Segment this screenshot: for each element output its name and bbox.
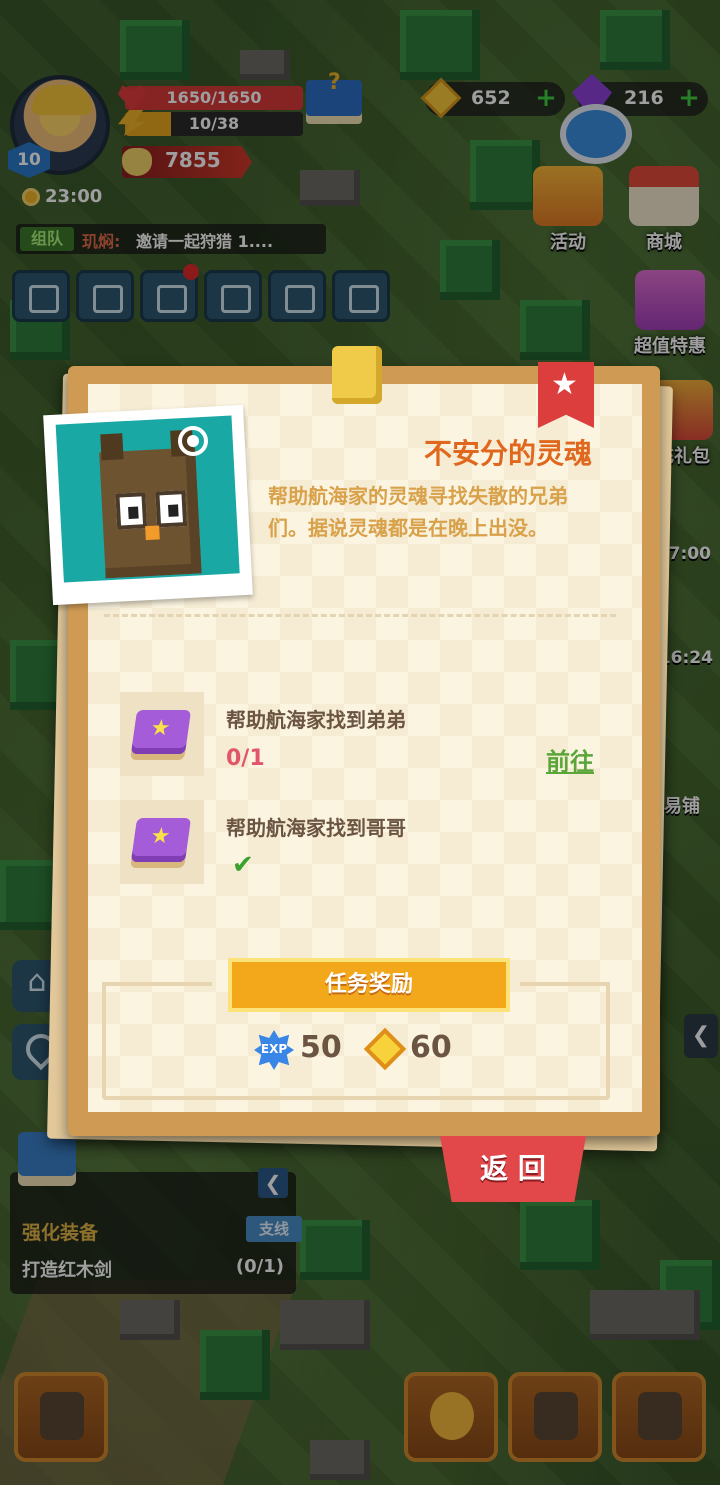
target-icon [178, 426, 208, 456]
task-name: 帮助航海家找到弟弟 [226, 708, 406, 732]
task-row: 帮助航海家找到弟弟 0/1 前往 [120, 692, 600, 778]
owl-ear-left [100, 433, 124, 461]
quest-title: 不安分的灵魂 [423, 437, 592, 470]
task-icon-box [120, 800, 204, 884]
magic-book-icon [130, 710, 192, 754]
owl-beak [145, 525, 160, 541]
paper-clip [332, 346, 382, 404]
owl-portrait [55, 415, 240, 583]
quest-description: 帮助航海家的灵魂寻找失散的兄弟们。据说灵魂都是在晚上出没。 [268, 484, 568, 540]
task-icon-box [120, 692, 204, 776]
quest-photo-frame [43, 404, 253, 606]
magic-book-icon [130, 818, 192, 862]
task-progress: 0/1 [226, 746, 265, 771]
owl-eye-right [155, 490, 188, 528]
exp-reward-value: 50 [300, 1030, 342, 1065]
return-button[interactable]: 返 回 [440, 1136, 586, 1202]
star-icon: ★ [551, 367, 578, 402]
task-row: 帮助航海家找到哥哥 ✔ [120, 800, 600, 886]
go-to-task-button[interactable]: 前往 [546, 742, 594, 777]
owl-eye-left [115, 492, 148, 530]
exp-icon-label: EXP [260, 1042, 288, 1056]
reward-header: 任务奖励 [228, 958, 510, 1012]
checkmark-icon: ✔ [232, 850, 254, 880]
gold-reward-value: 60 [410, 1030, 452, 1065]
task-name: 帮助航海家找到哥哥 [226, 816, 406, 840]
dashed-divider [104, 614, 616, 617]
